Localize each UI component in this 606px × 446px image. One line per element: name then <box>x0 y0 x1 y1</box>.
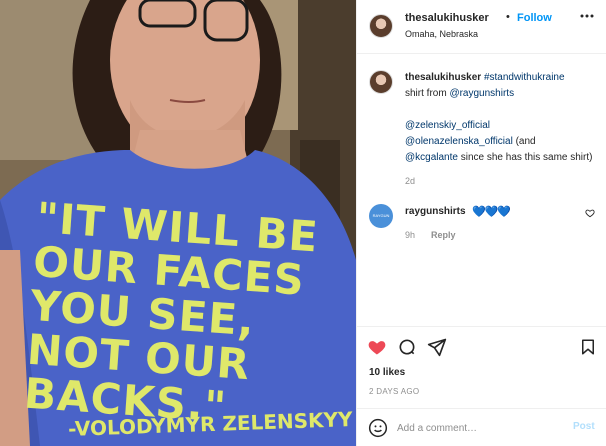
header-username[interactable]: thesalukihusker <box>405 12 489 24</box>
caption-avatar[interactable] <box>369 70 393 94</box>
post-date[interactable]: 2 DAYS AGO <box>369 387 419 396</box>
likes-count[interactable]: 10 likes <box>369 367 405 378</box>
mention-olenazelenska[interactable]: @olenazelenska_official <box>405 136 513 147</box>
post-button[interactable]: Post <box>573 421 595 432</box>
add-comment-bar: Post <box>357 408 606 446</box>
save-icon[interactable] <box>579 337 597 360</box>
caption-username[interactable]: thesalukihusker <box>405 72 481 83</box>
post-photo[interactable]: "IT WILL BE OUR FACES YOU SEE, NOT OUR B… <box>0 0 356 446</box>
share-icon[interactable] <box>427 337 447 360</box>
caption-text-2: (and <box>515 136 536 147</box>
emoji-icon[interactable] <box>368 418 388 441</box>
reply-button[interactable]: Reply <box>431 230 456 240</box>
comment-avatar[interactable]: RAYGUN <box>369 204 393 228</box>
hashtag-link[interactable]: #standwithukraine <box>484 72 565 83</box>
more-options-icon[interactable] <box>579 8 595 27</box>
caption-text-3: since she has this same shirt) <box>460 152 593 163</box>
caption-timestamp[interactable]: 2d <box>405 176 415 186</box>
follow-button[interactable]: Follow <box>517 12 552 24</box>
comment-timestamp[interactable]: 9h <box>405 230 415 240</box>
mention-zelenskiy[interactable]: @zelenskiy_official <box>405 120 490 131</box>
comment-like-icon[interactable] <box>585 208 595 221</box>
mention-raygunshirts[interactable]: @raygunshirts <box>449 88 514 99</box>
post-header: thesalukihusker • Follow Omaha, Nebraska <box>357 0 606 54</box>
comment-text: 💙💙💙 <box>472 206 511 218</box>
comment-username[interactable]: raygunshirts <box>405 206 466 217</box>
mention-kcgalante[interactable]: @kcgalante <box>405 152 458 163</box>
caption-text: thesalukihusker #standwithukraine shirt … <box>405 70 595 166</box>
post-view: "IT WILL BE OUR FACES YOU SEE, NOT OUR B… <box>0 0 606 446</box>
comment-icon[interactable] <box>397 337 417 360</box>
separator-dot: • <box>506 11 510 23</box>
shirt-quote: "IT WILL BE OUR FACES YOU SEE, NOT OUR B… <box>23 193 338 436</box>
avatar[interactable] <box>369 14 393 38</box>
like-icon[interactable] <box>367 337 387 360</box>
comment-input[interactable] <box>397 419 557 437</box>
caption-text-1: shirt from <box>405 88 447 99</box>
location-link[interactable]: Omaha, Nebraska <box>405 29 478 39</box>
post-sidebar: thesalukihusker • Follow Omaha, Nebraska… <box>356 0 606 446</box>
